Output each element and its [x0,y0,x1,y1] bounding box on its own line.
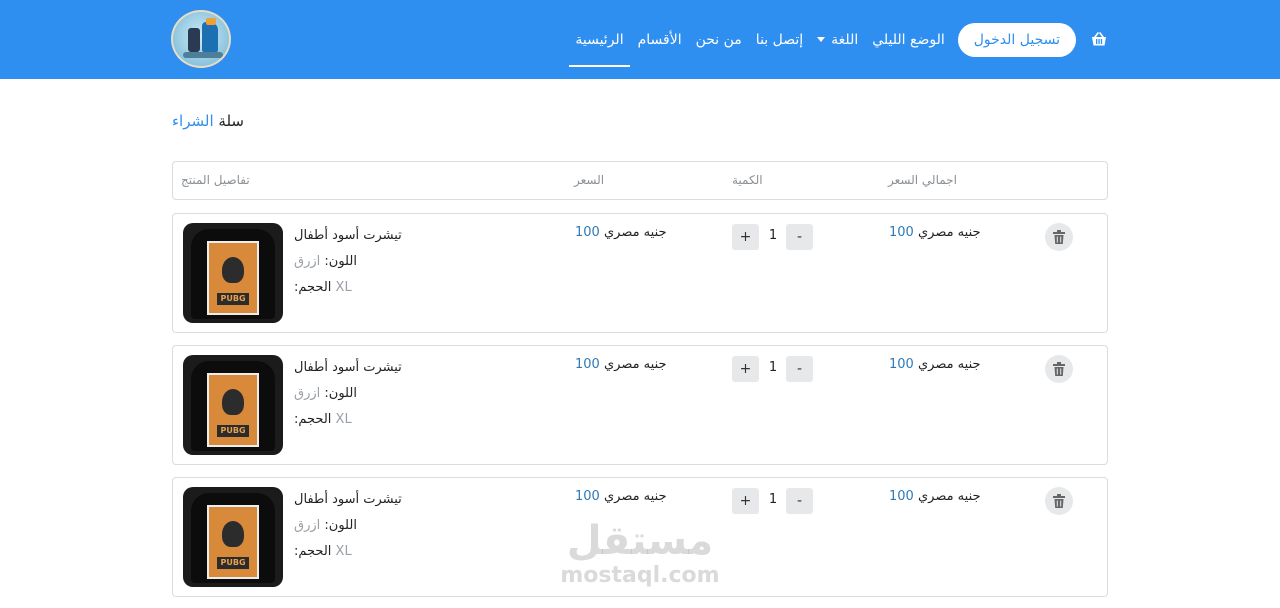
size-value: XL [335,544,352,559]
product-image[interactable]: PUBG [183,487,283,587]
trash-icon[interactable] [1045,223,1073,251]
color-value: ازرق [294,254,321,269]
product-size: :الحجم XL [294,280,352,295]
nav-links: تسجيل الدخول الوضع الليلي اللغة إتصل بنا… [568,0,1108,79]
qty-value: 1 [768,492,778,507]
page-title-accent: الشراء [172,112,214,130]
product-size: :الحجم XL [294,412,352,427]
header-quantity: الكمية [732,173,763,187]
cart-row: PUBG تيشرت أسود أطفال اللون: ازرق :الحجم… [172,213,1108,333]
header-total: اجمالي السعر [888,173,957,187]
unit-price-currency: جنيه مصري [603,357,667,372]
caret-down-icon [817,37,826,42]
nav-categories[interactable]: الأقسام [638,23,682,57]
nav-home[interactable]: الرئيسية [569,23,630,67]
color-label: اللون: [324,386,357,401]
qty-increase-button[interactable]: + [732,356,759,382]
total-price-currency: جنيه مصري [917,225,981,240]
qty-decrease-button[interactable]: - [786,224,813,250]
color-value: ازرق [294,386,321,401]
size-value: XL [335,280,352,295]
watermark-arabic: مستقل [566,518,714,564]
nav-contact[interactable]: إتصل بنا [756,23,803,57]
size-label: :الحجم [294,412,332,427]
watermark-latin: mostaql.com [560,563,720,588]
unit-price-value: 100 [575,225,600,240]
size-label: :الحجم [294,544,332,559]
login-button[interactable]: تسجيل الدخول [957,22,1076,57]
total-price: 100 جنيه مصري [889,357,981,372]
trash-icon[interactable] [1045,487,1073,515]
watermark: مستقل mostaql.com [560,518,720,588]
cart-row: PUBG تيشرت أسود أطفال اللون: ازرق :الحجم… [172,345,1108,465]
trash-icon[interactable] [1045,355,1073,383]
page-title-plain: سلة [218,112,244,130]
qty-increase-button[interactable]: + [732,224,759,250]
unit-price-currency: جنيه مصري [603,225,667,240]
total-price: 100 جنيه مصري [889,489,981,504]
color-label: اللون: [324,518,357,533]
total-price-value: 100 [889,489,914,504]
total-price-currency: جنيه مصري [917,489,981,504]
total-price-currency: جنيه مصري [917,357,981,372]
product-size: :الحجم XL [294,544,352,559]
print-text: PUBG [217,557,249,569]
color-label: اللون: [324,254,357,269]
header-price: السعر [574,173,605,187]
top-navbar: تسجيل الدخول الوضع الليلي اللغة إتصل بنا… [0,0,1280,79]
qty-decrease-button[interactable]: - [786,356,813,382]
header-product-details: تفاصيل المنتج [181,173,250,187]
product-color: اللون: ازرق [294,386,357,401]
total-price: 100 جنيه مصري [889,225,981,240]
unit-price-value: 100 [575,489,600,504]
unit-price: 100 جنيه مصري [575,489,667,504]
qty-value: 1 [768,228,778,243]
total-price-value: 100 [889,357,914,372]
print-text: PUBG [217,293,249,305]
page-title: سلة الشراء [172,112,244,130]
nav-dark-mode[interactable]: الوضع الليلي [872,23,945,57]
qty-increase-button[interactable]: + [732,488,759,514]
size-value: XL [335,412,352,427]
product-image[interactable]: PUBG [183,223,283,323]
nav-about[interactable]: من نحن [696,23,742,57]
cart-table-header: تفاصيل المنتج السعر الكمية اجمالي السعر [172,161,1108,200]
unit-price-currency: جنيه مصري [603,489,667,504]
unit-price: 100 جنيه مصري [575,225,667,240]
basket-icon[interactable] [1090,31,1108,49]
product-color: اللون: ازرق [294,518,357,533]
product-name[interactable]: تيشرت أسود أطفال [294,228,402,243]
print-text: PUBG [217,425,249,437]
product-color: اللون: ازرق [294,254,357,269]
product-name[interactable]: تيشرت أسود أطفال [294,492,402,507]
nav-language-dropdown[interactable]: اللغة [817,23,858,57]
site-logo[interactable] [171,10,231,68]
qty-value: 1 [768,360,778,375]
unit-price: 100 جنيه مصري [575,357,667,372]
qty-decrease-button[interactable]: - [786,488,813,514]
size-label: :الحجم [294,280,332,295]
total-price-value: 100 [889,225,914,240]
color-value: ازرق [294,518,321,533]
product-image[interactable]: PUBG [183,355,283,455]
unit-price-value: 100 [575,357,600,372]
product-name[interactable]: تيشرت أسود أطفال [294,360,402,375]
nav-language-label: اللغة [831,31,859,48]
